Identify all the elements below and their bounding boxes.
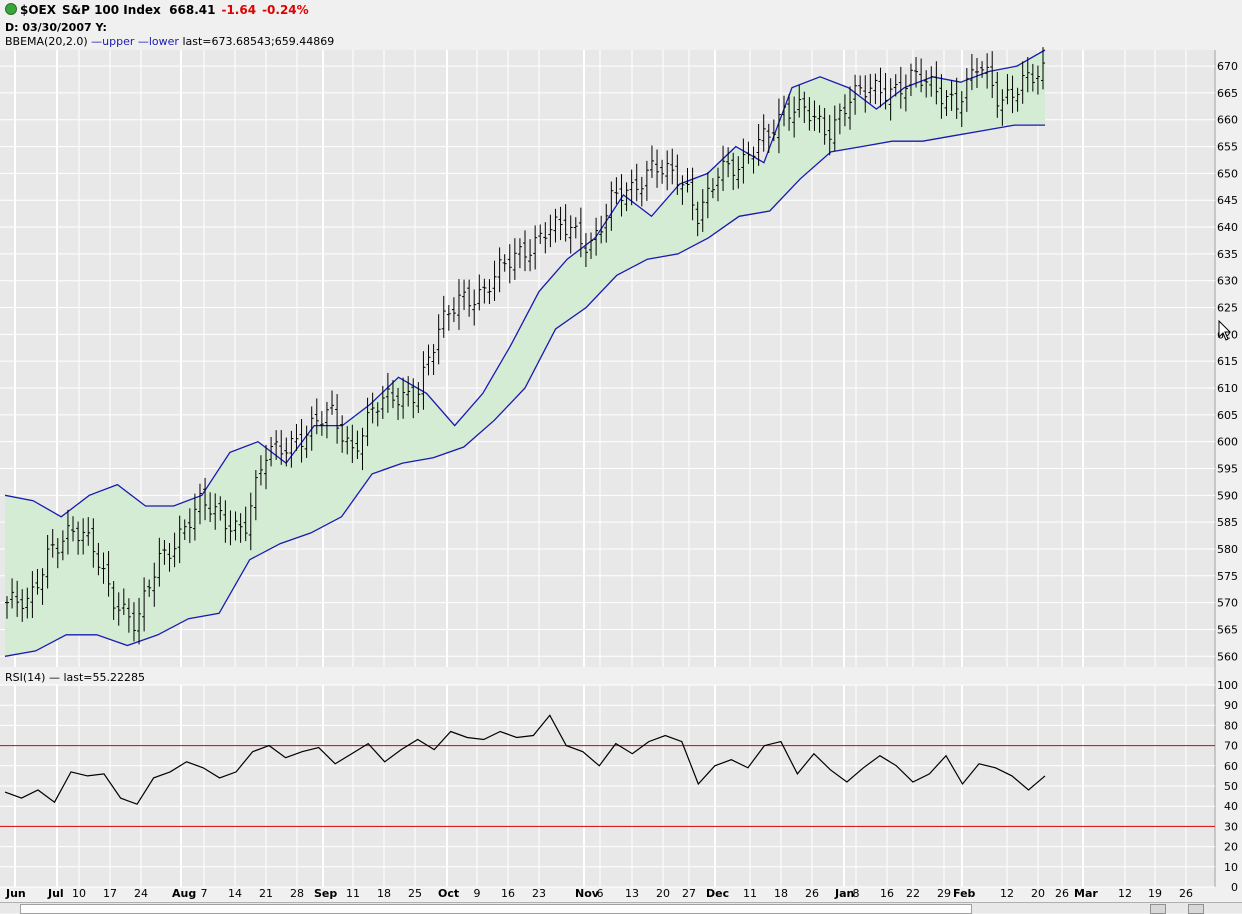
x-tick-label: Jul (47, 887, 64, 900)
x-tick-label: 7 (201, 887, 208, 900)
price-tick-label: 610 (1217, 382, 1238, 395)
x-tick-label: Mar (1074, 887, 1098, 900)
x-tick-label: 16 (880, 887, 894, 900)
rsi-tick-label: 30 (1224, 820, 1238, 833)
rsi-tick-label: 20 (1224, 841, 1238, 854)
price-tick-label: 595 (1217, 462, 1238, 475)
x-tick-label: 26 (805, 887, 819, 900)
rsi-tick-label: 70 (1224, 740, 1238, 753)
price-tick-label: 605 (1217, 409, 1238, 422)
rsi-tick-label: 100 (1217, 679, 1238, 692)
x-tick-label: Jun (5, 887, 26, 900)
rsi-tick-label: 90 (1224, 699, 1238, 712)
price-tick-label: 575 (1217, 570, 1238, 583)
x-tick-label: 16 (501, 887, 515, 900)
chart-canvas[interactable]: 5605655705755805855905956006056106156206… (0, 0, 1242, 912)
rsi-label: RSI(14) (5, 671, 46, 684)
x-tick-label: 21 (259, 887, 273, 900)
x-tick-label: 19 (1148, 887, 1162, 900)
price-tick-label: 615 (1217, 355, 1238, 368)
x-tick-label: Feb (953, 887, 976, 900)
horizontal-scrollbar[interactable] (0, 902, 1242, 914)
x-tick-label: 9 (474, 887, 481, 900)
x-tick-label: 18 (377, 887, 391, 900)
x-tick-label: 20 (656, 887, 670, 900)
x-tick-label: 12 (1118, 887, 1132, 900)
x-axis: Jun Jul 10 17 24 Aug 7 14 21 28 Sep 11 18 25 Oct 9 16 23 N… (5, 887, 1193, 900)
rsi-tick-label: 40 (1224, 800, 1238, 813)
x-tick-label: 25 (408, 887, 422, 900)
x-tick-label: 26 (1055, 887, 1069, 900)
x-tick-label: Sep (314, 887, 337, 900)
x-tick-label: 10 (72, 887, 86, 900)
x-tick-label: 12 (1000, 887, 1014, 900)
x-tick-label: 26 (1179, 887, 1193, 900)
price-tick-label: 655 (1217, 141, 1238, 154)
x-tick-label: Oct (438, 887, 459, 900)
price-tick-label: 630 (1217, 275, 1238, 288)
scroll-left-button[interactable] (1150, 904, 1166, 914)
scrollbar-thumb[interactable] (20, 904, 972, 914)
x-tick-label: 11 (743, 887, 757, 900)
price-tick-label: 665 (1217, 87, 1238, 100)
x-tick-label: 14 (228, 887, 242, 900)
price-y-axis: 5605655705755805855905956006056106156206… (1217, 60, 1238, 663)
price-tick-label: 645 (1217, 194, 1238, 207)
x-tick-label: 20 (1031, 887, 1045, 900)
price-tick-label: 590 (1217, 489, 1238, 502)
x-tick-label: 22 (906, 887, 920, 900)
rsi-tick-label: 50 (1224, 780, 1238, 793)
price-tick-label: 640 (1217, 221, 1238, 234)
x-tick-label: 13 (625, 887, 639, 900)
x-tick-label: 11 (346, 887, 360, 900)
rsi-tick-label: 80 (1224, 719, 1238, 732)
x-tick-label: 27 (682, 887, 696, 900)
rsi-tick-label: 10 (1224, 861, 1238, 874)
price-tick-label: 585 (1217, 516, 1238, 529)
x-tick-label: 18 (774, 887, 788, 900)
rsi-tick-label: 0 (1231, 881, 1238, 894)
x-tick-label: Aug (172, 887, 196, 900)
rsi-last: last=55.22285 (63, 671, 145, 684)
x-tick-label: 24 (134, 887, 148, 900)
rsi-legend: RSI(14) — last=55.22285 (5, 671, 145, 684)
scroll-right-button[interactable] (1188, 904, 1204, 914)
x-tick-label: Dec (706, 887, 729, 900)
price-tick-label: 670 (1217, 60, 1238, 73)
price-tick-label: 660 (1217, 114, 1238, 127)
x-tick-label: 28 (290, 887, 304, 900)
rsi-tick-label: 60 (1224, 760, 1238, 773)
x-tick-label: 23 (532, 887, 546, 900)
x-tick-label: 6 (597, 887, 604, 900)
x-tick-label: Jan (834, 887, 854, 900)
price-tick-label: 650 (1217, 167, 1238, 180)
x-tick-label: 8 (853, 887, 860, 900)
x-tick-label: 17 (103, 887, 117, 900)
mouse-cursor-icon (1218, 320, 1232, 341)
x-tick-label: 29 (937, 887, 951, 900)
price-tick-label: 625 (1217, 302, 1238, 315)
price-tick-label: 560 (1217, 650, 1238, 663)
price-tick-label: 580 (1217, 543, 1238, 556)
price-tick-label: 570 (1217, 597, 1238, 610)
price-tick-label: 565 (1217, 623, 1238, 636)
price-tick-label: 635 (1217, 248, 1238, 261)
price-tick-label: 600 (1217, 436, 1238, 449)
